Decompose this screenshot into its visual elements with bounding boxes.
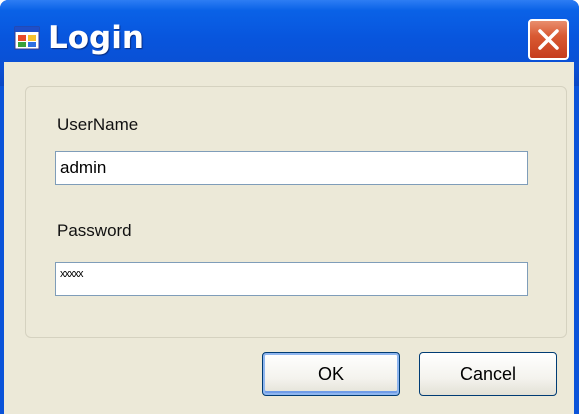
window-app-icon[interactable]	[14, 26, 40, 50]
password-input[interactable]: xxxxx	[55, 262, 528, 296]
password-label: Password	[57, 221, 132, 240]
ok-button[interactable]: OK	[262, 352, 400, 396]
dialog-client-area: UserName admin Password xxxxx OK Cancel	[4, 62, 574, 414]
cancel-button[interactable]: Cancel	[419, 352, 557, 396]
username-input[interactable]: admin	[55, 151, 528, 185]
close-icon	[538, 29, 559, 50]
username-label: UserName	[57, 115, 139, 134]
window-title: Login	[48, 20, 144, 56]
close-button[interactable]	[528, 19, 569, 60]
login-window: Login UserName admin Password xxxxx OK C…	[0, 0, 579, 414]
